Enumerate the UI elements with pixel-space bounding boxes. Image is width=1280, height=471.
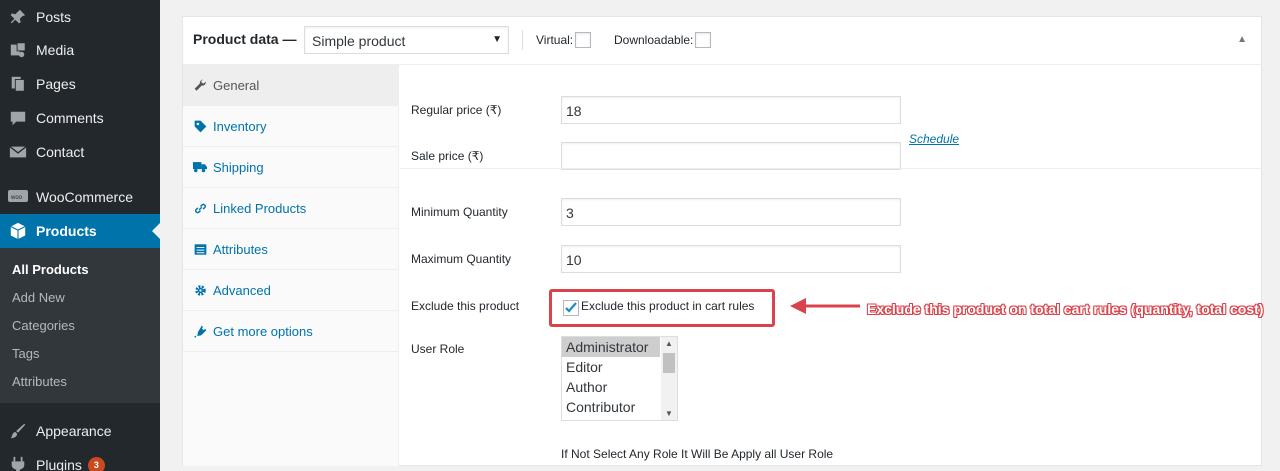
- tab-attributes[interactable]: Attributes: [183, 229, 398, 270]
- exclude-checkbox[interactable]: [563, 300, 579, 316]
- tab-get-more-options[interactable]: Get more options: [183, 311, 398, 352]
- products-submenu: All Products Add New Categories Tags Att…: [0, 248, 160, 403]
- submenu-all-products[interactable]: All Products: [12, 262, 89, 277]
- header-separator: [522, 30, 523, 50]
- general-panel: Regular price (₹) 18 Sale price (₹) Sche…: [400, 65, 1264, 466]
- tab-shipping[interactable]: Shipping: [183, 147, 398, 188]
- tab-label: Attributes: [213, 241, 268, 257]
- sidebar-item-label: Posts: [36, 9, 72, 25]
- annotation-text: Exclude this product on total cart rules…: [867, 301, 1264, 317]
- tab-label: Shipping: [213, 159, 264, 175]
- comments-icon: [0, 109, 36, 127]
- sale-price-input[interactable]: [561, 142, 901, 170]
- tab-label: Get more options: [213, 323, 313, 339]
- tab-label: Linked Products: [213, 200, 307, 216]
- product-type-value: Simple product: [312, 33, 406, 49]
- svg-text:woo: woo: [10, 195, 23, 201]
- sidebar-item-contact[interactable]: Contact: [0, 135, 160, 169]
- postbox-title: Product data —: [193, 31, 297, 47]
- sidebar-item-label: Pages: [36, 76, 76, 92]
- tab-label: Advanced: [213, 282, 271, 298]
- sidebar-item-label: Comments: [36, 110, 104, 126]
- product-type-select[interactable]: Simple product ▼: [304, 26, 509, 54]
- tab-label: General: [213, 77, 260, 93]
- max-qty-input[interactable]: 10: [561, 245, 901, 273]
- pin-icon: [0, 8, 36, 26]
- submenu-categories[interactable]: Categories: [12, 318, 75, 333]
- scroll-thumb[interactable]: [663, 353, 675, 373]
- pages-icon: [0, 75, 36, 93]
- list-icon: [183, 243, 213, 256]
- sidebar-item-posts[interactable]: Posts: [0, 0, 160, 34]
- mail-icon: [0, 143, 36, 161]
- user-role-multiselect[interactable]: Administrator Editor Author Contributor …: [561, 336, 678, 421]
- downloadable-checkbox[interactable]: [695, 32, 712, 48]
- submenu-attributes[interactable]: Attributes: [12, 374, 67, 389]
- update-count-badge: 3: [87, 456, 105, 471]
- brush-icon: [0, 422, 36, 440]
- min-qty-label: Minimum Quantity: [411, 205, 508, 219]
- scroll-down-icon[interactable]: ▼: [665, 409, 673, 418]
- role-option[interactable]: Administrator: [562, 337, 660, 357]
- submenu-tags[interactable]: Tags: [12, 346, 39, 361]
- sale-price-label: Sale price (₹): [411, 149, 484, 163]
- user-role-label: User Role: [411, 342, 465, 356]
- sidebar-item-media[interactable]: Media: [0, 33, 160, 67]
- tag-icon: [183, 120, 213, 133]
- regular-price-label: Regular price (₹): [411, 103, 502, 117]
- gear-icon: [183, 284, 213, 297]
- tab-inventory[interactable]: Inventory: [183, 106, 398, 147]
- exclude-checkbox-label[interactable]: Exclude this product in cart rules: [581, 299, 754, 313]
- tab-advanced[interactable]: Advanced: [183, 270, 398, 311]
- sidebar-item-label: Appearance: [36, 423, 112, 439]
- role-option[interactable]: Contributor: [562, 397, 660, 417]
- user-role-hint: If Not Select Any Role It Will Be Apply …: [561, 447, 834, 461]
- virtual-option[interactable]: Virtual:: [536, 32, 592, 48]
- wrench-icon: [183, 79, 213, 92]
- scroll-up-icon[interactable]: ▲: [665, 339, 673, 348]
- downloadable-label: Downloadable:: [614, 33, 694, 47]
- chevron-down-icon: ▼: [492, 34, 502, 45]
- min-qty-input[interactable]: 3: [561, 198, 901, 226]
- sidebar-item-label: Media: [36, 42, 75, 58]
- sidebar-item-pages[interactable]: Pages: [0, 67, 160, 101]
- role-option[interactable]: Author: [562, 377, 660, 397]
- collapse-arrow-icon[interactable]: ▲: [1237, 34, 1247, 45]
- max-qty-label: Maximum Quantity: [411, 252, 512, 266]
- products-icon: [0, 222, 36, 240]
- product-data-tabs: General Inventory Shipping Linked Produc…: [183, 65, 399, 466]
- admin-sidebar: Posts Media Pages Comments Contact woo W…: [0, 0, 160, 471]
- postbox-header: Product data — Simple product ▼ Virtual:…: [183, 17, 1261, 65]
- section-divider: [400, 168, 1261, 169]
- virtual-checkbox[interactable]: [575, 32, 592, 48]
- tab-general[interactable]: General: [183, 65, 398, 106]
- woo-icon: woo: [0, 190, 36, 204]
- sidebar-item-products[interactable]: Products: [0, 214, 160, 248]
- annotation-arrow: [790, 298, 860, 314]
- virtual-label: Virtual:: [536, 33, 574, 47]
- tab-linked-products[interactable]: Linked Products: [183, 188, 398, 229]
- media-icon: [0, 41, 36, 59]
- product-data-postbox: Product data — Simple product ▼ Virtual:…: [182, 16, 1264, 466]
- schedule-link[interactable]: Schedule: [909, 132, 959, 146]
- regular-price-input[interactable]: 18: [561, 96, 901, 124]
- link-icon: [183, 202, 213, 215]
- truck-icon: [183, 161, 213, 173]
- sidebar-item-label: Plugins: [36, 457, 82, 471]
- plug-icon: [183, 325, 213, 338]
- sidebar-item-label: WooCommerce: [36, 189, 133, 205]
- sidebar-item-label: Contact: [36, 144, 85, 160]
- sidebar-item-plugins[interactable]: Plugins 3: [0, 448, 160, 471]
- exclude-label: Exclude this product: [411, 299, 520, 313]
- sidebar-item-comments[interactable]: Comments: [0, 101, 160, 135]
- role-option[interactable]: Editor: [562, 357, 660, 377]
- submenu-add-new[interactable]: Add New: [12, 290, 65, 305]
- downloadable-option[interactable]: Downloadable:: [614, 32, 712, 48]
- sidebar-item-woocommerce[interactable]: woo WooCommerce: [0, 180, 160, 214]
- tab-label: Inventory: [213, 118, 267, 134]
- role-list-scrollbar[interactable]: ▲ ▼: [661, 337, 677, 420]
- sidebar-item-label: Products: [36, 223, 97, 239]
- plugin-icon: [0, 456, 36, 471]
- sidebar-item-appearance[interactable]: Appearance: [0, 414, 160, 448]
